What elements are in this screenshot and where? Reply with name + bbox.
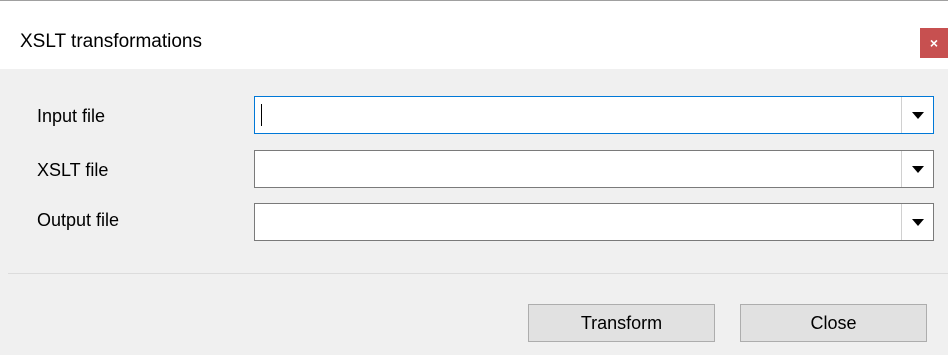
close-icon[interactable]: × xyxy=(920,28,948,58)
xslt-file-dropdown-button[interactable] xyxy=(901,151,933,187)
chevron-down-icon xyxy=(912,166,924,173)
xslt-file-combobox[interactable] xyxy=(254,150,934,188)
close-button[interactable]: Close xyxy=(740,304,927,342)
xslt-file-field[interactable] xyxy=(255,151,895,187)
input-file-combobox[interactable] xyxy=(254,96,934,134)
chevron-down-icon xyxy=(912,112,924,119)
transform-button[interactable]: Transform xyxy=(528,304,715,342)
window-title: XSLT transformations xyxy=(20,31,202,52)
output-file-dropdown-button[interactable] xyxy=(901,204,933,240)
text-cursor xyxy=(261,104,262,126)
xslt-dialog: XSLT transformations × Input file XSLT f… xyxy=(0,0,948,355)
input-file-dropdown-button[interactable] xyxy=(901,97,933,133)
output-file-combobox[interactable] xyxy=(254,203,934,241)
xslt-file-label: XSLT file xyxy=(37,160,109,180)
output-file-label: Output file xyxy=(37,210,120,230)
output-file-field[interactable] xyxy=(255,204,895,240)
title-bar[interactable]: XSLT transformations × xyxy=(0,1,948,69)
chevron-down-icon xyxy=(912,219,924,226)
input-file-label: Input file xyxy=(37,106,106,126)
input-file-field[interactable] xyxy=(255,97,895,133)
